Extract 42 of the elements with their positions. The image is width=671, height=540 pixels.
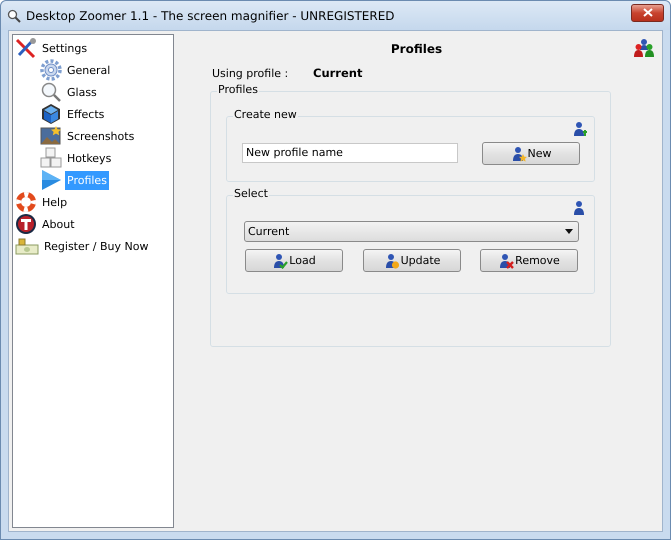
add-user-icon (572, 121, 588, 137)
profile-dropdown[interactable]: Current (244, 221, 579, 242)
new-button[interactable]: New (482, 142, 580, 165)
tree-item[interactable]: Glass (65, 82, 99, 102)
remove-button[interactable]: Remove (480, 249, 578, 272)
play-icon (40, 169, 62, 191)
tree-item[interactable]: Settings (40, 38, 90, 58)
tools-icon (15, 37, 37, 59)
close-icon (642, 8, 652, 17)
group-title: Profiles (217, 83, 259, 96)
group-title: Create new (233, 108, 298, 121)
window-title: Desktop Zoomer 1.1 - The screen magnifier - UNREGISTERED (26, 8, 396, 22)
load-button[interactable]: Load (245, 249, 343, 272)
tree-item[interactable]: Help (40, 192, 70, 212)
image-icon (40, 125, 62, 147)
using-profile-label: Using profile : (212, 66, 290, 80)
gear-icon (40, 59, 62, 81)
user-refresh-icon (384, 252, 400, 268)
tree-item[interactable]: Register / Buy Now (42, 236, 150, 256)
tree-item[interactable]: Hotkeys (65, 148, 114, 168)
group-title: Select (233, 187, 269, 200)
tree-item[interactable]: Screenshots (65, 126, 136, 146)
magnifier-icon (7, 8, 21, 22)
lifebuoy-icon (15, 191, 37, 213)
dropdown-arrow-icon (565, 229, 573, 234)
user-star-icon (510, 146, 526, 162)
tree-item[interactable]: Effects (65, 104, 106, 124)
tree-item[interactable]: About (40, 214, 77, 234)
user-remove-icon (498, 252, 514, 268)
user-check-icon (272, 252, 288, 268)
update-button[interactable]: Update (363, 249, 461, 272)
profile-name-field[interactable]: New profile name (242, 142, 458, 162)
page-title: Profiles (390, 42, 442, 56)
magnifier-icon (40, 81, 62, 103)
letter-badge-icon (15, 213, 37, 235)
banknotes-icon (15, 237, 39, 255)
cube-icon (40, 103, 62, 125)
close-button[interactable] (631, 4, 664, 22)
users-icon (633, 38, 655, 58)
tree-item[interactable]: General (65, 60, 112, 80)
using-profile-value: Current (313, 66, 362, 80)
keyboard-keys-icon (40, 147, 62, 169)
